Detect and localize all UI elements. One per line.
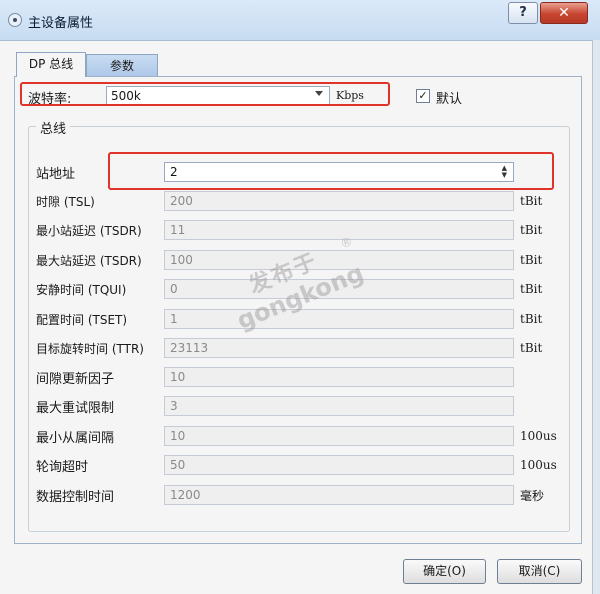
- baud-rate-value: 500k: [111, 89, 141, 103]
- cancel-button[interactable]: 取消(C): [497, 559, 582, 584]
- row-label-data-control-time: 数据控制时间: [36, 490, 115, 505]
- bus-group-legend: 总线: [36, 118, 71, 137]
- tset-unit: tBit: [520, 312, 543, 326]
- close-button[interactable]: ✕: [540, 2, 588, 24]
- ttr-field: 23113: [164, 338, 514, 358]
- poll-timeout-field: 50: [164, 455, 514, 475]
- baud-rate-select[interactable]: 500k: [106, 86, 330, 106]
- checkmark-icon: ✓: [418, 89, 428, 102]
- row-label-tqui: 安静时间 (TQUI): [36, 283, 127, 297]
- chevron-down-icon: [315, 91, 323, 96]
- data-control-time-unit: 毫秒: [520, 489, 545, 503]
- tab-parameters[interactable]: 参数: [86, 54, 158, 76]
- window-title: 主设备属性: [28, 16, 94, 31]
- spinner-arrows-icon[interactable]: ▲ ▼: [502, 165, 507, 179]
- baud-rate-unit: Kbps: [336, 89, 364, 102]
- default-checkbox[interactable]: ✓: [416, 89, 430, 103]
- ttr-unit: tBit: [520, 341, 543, 355]
- tsl-unit: tBit: [520, 194, 543, 208]
- row-label-tsl: 时隙 (TSL): [36, 195, 95, 209]
- data-control-time-field: 1200: [164, 485, 514, 505]
- watermark-registered: ®: [338, 233, 355, 252]
- row-label-max-retry: 最大重试限制: [36, 401, 115, 416]
- row-label-ttr: 目标旋转时间 (TTR): [36, 342, 144, 356]
- row-label-min-tsdr: 最小站延迟 (TSDR): [36, 224, 142, 238]
- station-address-stepper[interactable]: 2 ▲ ▼: [164, 162, 514, 182]
- min-tsdr-unit: tBit: [520, 223, 543, 237]
- title-bar: 主设备属性 ? ✕: [0, 0, 600, 41]
- baud-rate-label: 波特率:: [28, 92, 72, 107]
- tqui-unit: tBit: [520, 282, 543, 296]
- gap-factor-field: 10: [164, 367, 514, 387]
- row-label-gap-factor: 间隙更新因子: [36, 372, 115, 387]
- max-retry-field: 3: [164, 396, 514, 416]
- station-address-value: 2: [170, 165, 178, 179]
- min-slave-interval-unit: 100us: [520, 429, 557, 443]
- row-label-poll-timeout: 轮询超时: [36, 460, 89, 475]
- help-button[interactable]: ?: [508, 2, 538, 24]
- tsl-field: 200: [164, 191, 514, 211]
- row-label-min-slave-interval: 最小从属间隔: [36, 431, 115, 446]
- row-label-station-address: 站地址: [36, 167, 76, 182]
- window-frame-edge: [592, 40, 600, 594]
- row-label-tset: 配置时间 (TSET): [36, 313, 128, 327]
- row-label-max-tsdr: 最大站延迟 (TSDR): [36, 254, 142, 268]
- default-checkbox-label: 默认: [436, 92, 463, 107]
- app-icon: [8, 13, 22, 27]
- tab-dp-bus[interactable]: DP 总线: [16, 52, 86, 77]
- poll-timeout-unit: 100us: [520, 458, 557, 472]
- ok-button[interactable]: 确定(O): [403, 559, 486, 584]
- min-slave-interval-field: 10: [164, 426, 514, 446]
- max-tsdr-unit: tBit: [520, 253, 543, 267]
